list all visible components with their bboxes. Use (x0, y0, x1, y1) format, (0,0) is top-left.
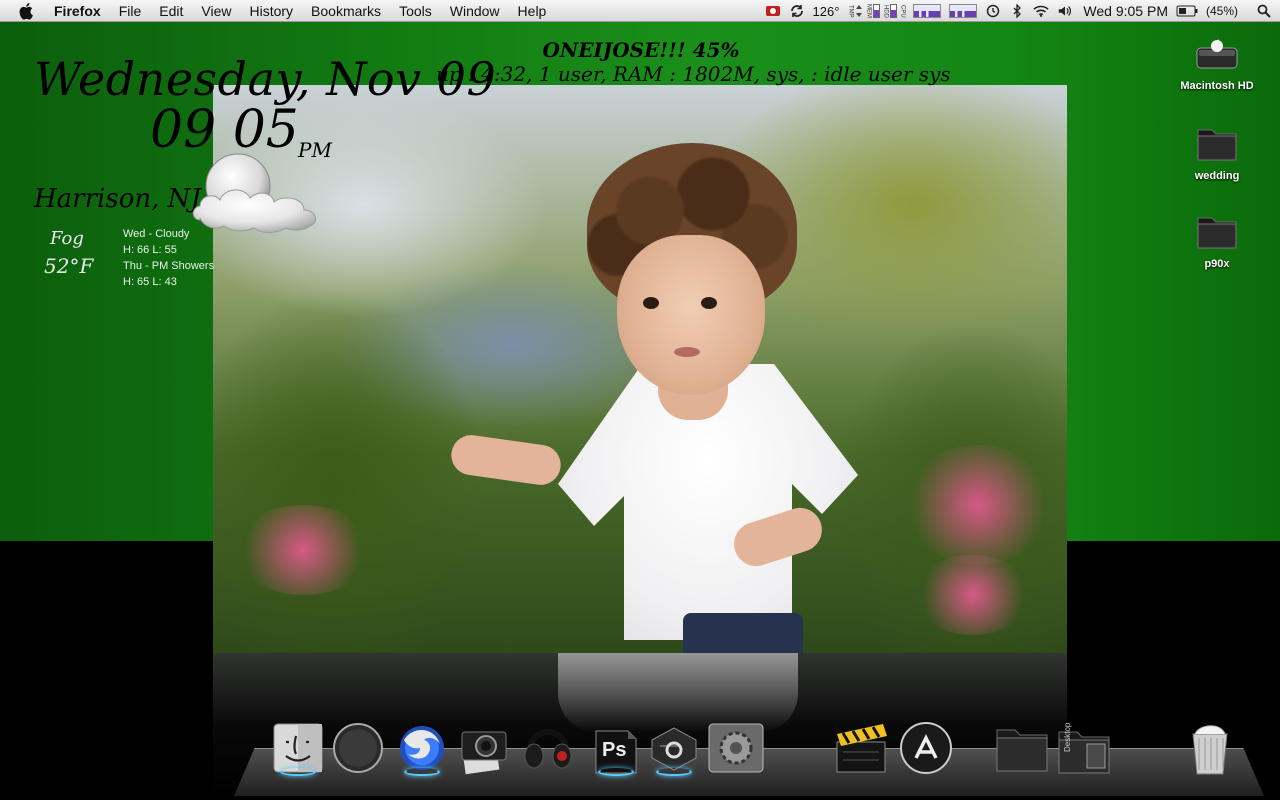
mem-bar (873, 4, 881, 18)
child-eye-right (701, 297, 717, 309)
mem-meter[interactable]: TMP MEM HDD CPU (847, 4, 905, 18)
sync-icon[interactable] (789, 4, 805, 18)
widget-temperature: 52°F (44, 254, 94, 278)
cpu-graph[interactable] (913, 4, 942, 18)
menu-history[interactable]: History (240, 0, 302, 22)
widget-date: Wednesday, Nov 09 (34, 52, 497, 106)
swap-arrows-icon (855, 4, 863, 18)
desktop-icon-wedding[interactable]: wedding (1172, 124, 1262, 182)
forecast-hl-2: H: 65 L: 43 (123, 276, 177, 288)
dock-folder[interactable] (994, 720, 1050, 780)
desktop-folder-icon: Desktop (1057, 722, 1111, 776)
menu-bar: Firefox File Edit View History Bookmarks… (0, 0, 1280, 22)
system-monitor-line: up : 4:32, 1 user, RAM : 1802M, sys, : i… (436, 62, 951, 86)
child-eye-left (643, 297, 659, 309)
menu-view[interactable]: View (192, 0, 240, 22)
desktop-icon-label: wedding (1194, 170, 1240, 182)
widget-condition: Fog (50, 228, 84, 249)
menu-file[interactable]: File (110, 0, 151, 22)
menu-help[interactable]: Help (509, 0, 556, 22)
dock-desktop-folder[interactable]: Desktop (1056, 720, 1112, 780)
dock-firefox[interactable] (394, 720, 450, 780)
dock-app-store[interactable] (898, 720, 954, 780)
trash-icon (1185, 720, 1235, 781)
dock-clapperboard[interactable] (834, 720, 890, 780)
child-face (617, 235, 765, 395)
tmp-label: TMP (847, 4, 854, 18)
hdd-label: HDD (882, 4, 889, 18)
dock-trash[interactable] (1182, 720, 1238, 780)
forecast-day-2: Thu - PM Showers (123, 260, 215, 272)
dock-safari[interactable] (330, 720, 386, 780)
menu-extras: 126° TMP MEM HDD CPU Wed 9:05 PM (45%) (765, 0, 1272, 22)
dock-photoshop[interactable]: Ps (588, 720, 644, 780)
menu-edit[interactable]: Edit (150, 0, 192, 22)
battery-icon[interactable] (1176, 4, 1198, 18)
dock-cinema[interactable] (646, 720, 702, 780)
wifi-icon[interactable] (1033, 4, 1050, 18)
temperature-readout[interactable]: 126° (813, 4, 840, 19)
folder-icon (995, 722, 1049, 779)
desktop-icon-macintosh-hd[interactable]: Macintosh HD (1172, 34, 1262, 92)
battery-percent[interactable]: (45%) (1206, 4, 1238, 18)
time-machine-icon[interactable] (985, 4, 1001, 18)
desktop-icon-label: p90x (1204, 258, 1230, 270)
spotlight-icon[interactable] (1256, 4, 1272, 18)
camera-icon (456, 720, 512, 781)
menu-app-firefox[interactable]: Firefox (54, 0, 110, 22)
mem-label: MEM (865, 4, 872, 18)
cpu-label: CPU (899, 4, 906, 18)
cloud-moon-icon (190, 150, 348, 242)
widget-location: Harrison, NJ (34, 184, 201, 214)
volume-icon[interactable] (1057, 4, 1073, 18)
apple-logo-icon[interactable] (18, 2, 36, 20)
headphones-icon (520, 720, 576, 781)
menu-clock[interactable]: Wed 9:05 PM (1083, 3, 1168, 19)
menu-window[interactable]: Window (441, 0, 509, 22)
bluetooth-icon[interactable] (1009, 4, 1025, 18)
clapperboard-icon (833, 720, 891, 781)
system-preferences-icon (707, 722, 765, 779)
child-arm-left (448, 432, 564, 488)
system-monitor-title-text: ONEIJOSE!!! 45% (542, 38, 740, 62)
photoshop-label: Ps (602, 739, 627, 761)
child-jeans (683, 613, 803, 653)
menu-bookmarks[interactable]: Bookmarks (302, 0, 390, 22)
app-store-icon (898, 720, 954, 781)
desktop-folder-label: Desktop (1063, 722, 1072, 752)
safari-icon (332, 722, 384, 779)
forecast-hl-1: H: 66 L: 55 (123, 244, 177, 256)
desktop-icon-label: Macintosh HD (1180, 80, 1254, 92)
dock-headphones[interactable] (520, 720, 576, 780)
dock-camera[interactable] (456, 720, 512, 780)
hard-drive-icon (1195, 34, 1239, 74)
hdd-bar (890, 4, 898, 18)
menu-tools[interactable]: Tools (390, 0, 441, 22)
dock-system-preferences[interactable] (708, 720, 764, 780)
record-icon[interactable] (765, 4, 781, 18)
folder-icon (1195, 212, 1239, 252)
dock-finder[interactable] (270, 720, 326, 780)
folder-icon (1195, 124, 1239, 164)
child-mouth (674, 347, 700, 357)
desktop-icon-p90x[interactable]: p90x (1172, 212, 1262, 270)
network-graph[interactable] (949, 4, 978, 18)
